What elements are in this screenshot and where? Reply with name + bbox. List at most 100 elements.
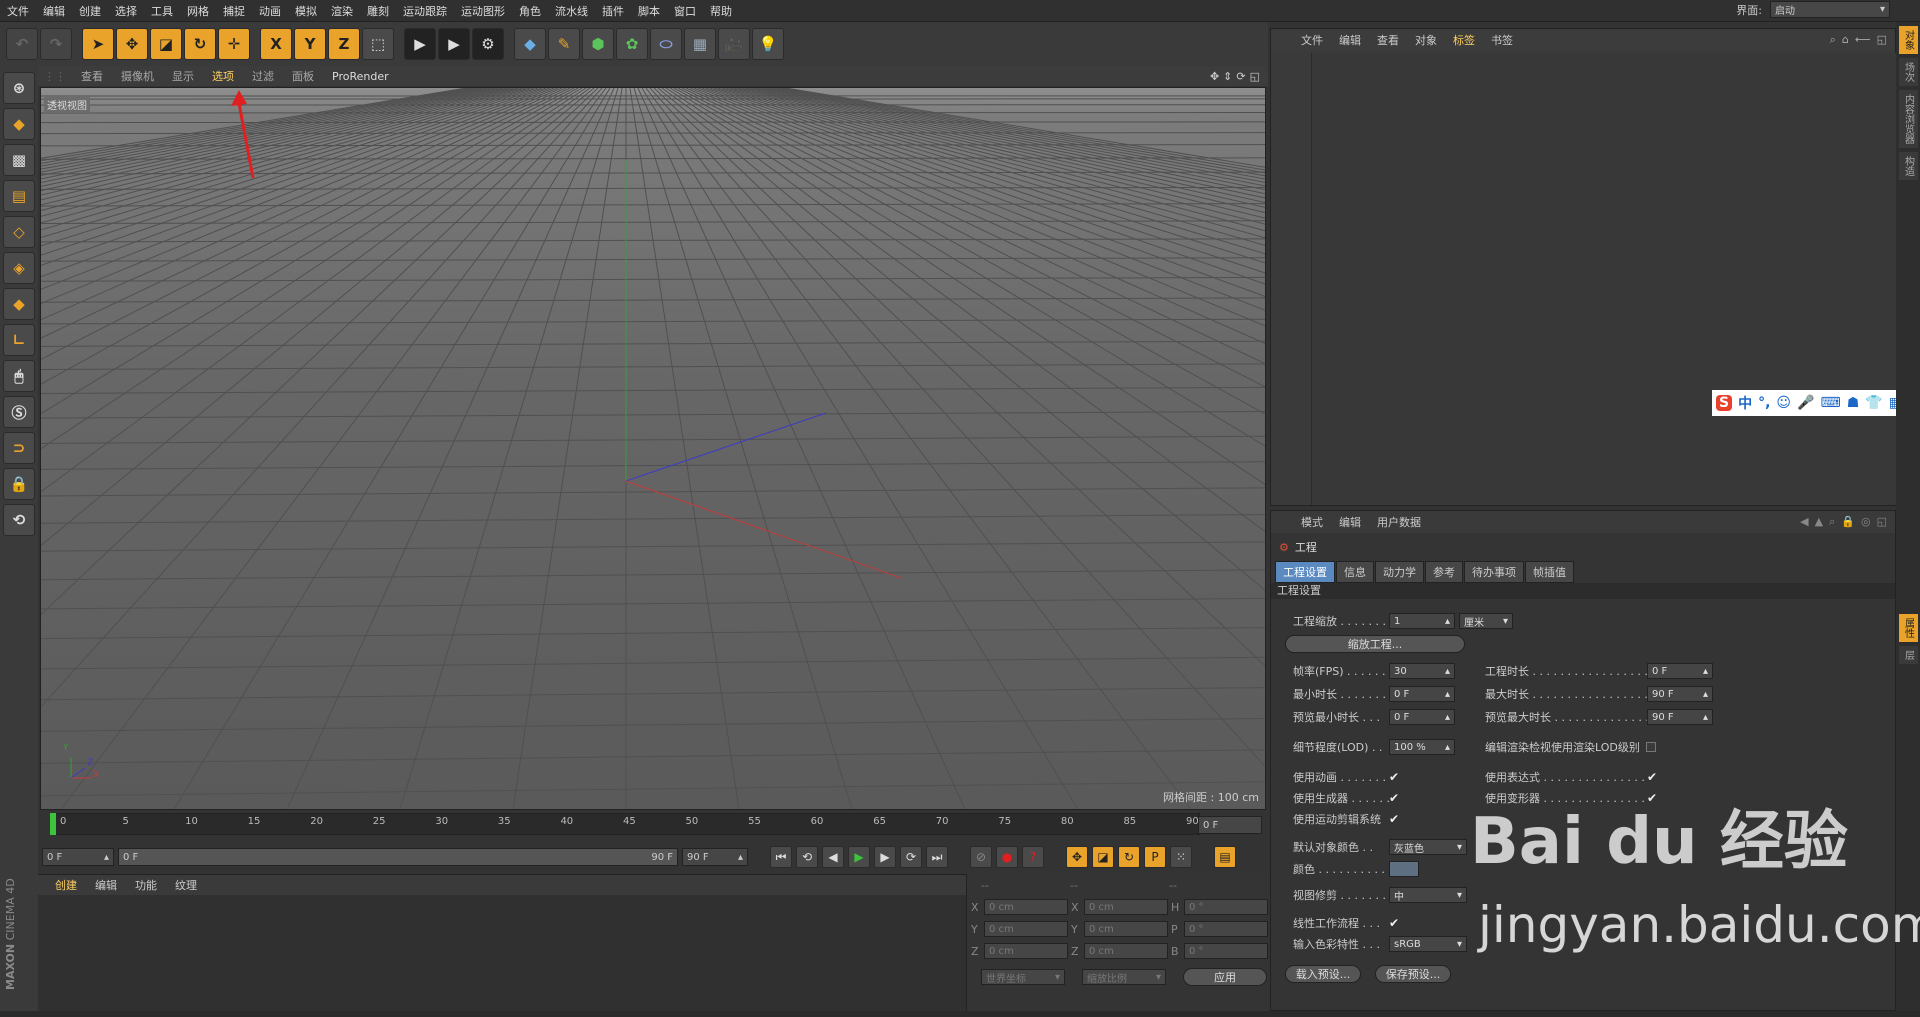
next-key-icon[interactable]: ⟳: [900, 846, 922, 868]
om-search-icon[interactable]: ⌕: [1830, 33, 1836, 47]
redo-icon[interactable]: ↷: [40, 28, 72, 60]
model-mode-icon[interactable]: ◆: [3, 108, 35, 140]
attr-target-icon[interactable]: ◎: [1861, 515, 1871, 529]
ime-punct[interactable]: °,: [1758, 395, 1770, 411]
key-rotation-icon[interactable]: ↻: [1118, 846, 1140, 868]
prev-key-icon[interactable]: ⟲: [796, 846, 818, 868]
tab-key-interpolation[interactable]: 帧插值: [1525, 561, 1574, 583]
project-duration-field[interactable]: 0 F ▴: [1647, 663, 1713, 679]
axis-mode-icon[interactable]: ∟: [3, 324, 35, 356]
use-deformers-checkbox[interactable]: ✔: [1647, 791, 1657, 805]
subdivision-icon[interactable]: ⬢: [582, 28, 614, 60]
side-tab-content-browser[interactable]: 内容浏览器: [1898, 90, 1918, 148]
timeline-ruler[interactable]: 0 5 10 15 20 25 30 35 40 45 50 55 60 65 70 75 80 85 90 0 F: [38, 810, 1268, 840]
viewport-rotate-icon[interactable]: ⟳: [1236, 70, 1245, 83]
z-axis-lock-icon[interactable]: Z: [328, 28, 360, 60]
om-expand-icon[interactable]: ◱: [1877, 33, 1887, 47]
viewport-pan-icon[interactable]: ✥: [1210, 70, 1219, 83]
tab-info[interactable]: 信息: [1336, 561, 1374, 583]
viewport-dolly-icon[interactable]: ⇕: [1223, 70, 1232, 83]
attr-back-icon[interactable]: ◀: [1800, 515, 1808, 529]
viewport-menu-filter[interactable]: 过滤: [243, 68, 283, 84]
om-menu-tags[interactable]: 标签: [1445, 32, 1483, 48]
size-z-field[interactable]: 0 cm: [1084, 943, 1168, 959]
key-scale-icon[interactable]: ◪: [1092, 846, 1114, 868]
attr-expand-icon[interactable]: ◱: [1877, 515, 1887, 529]
default-color-dropdown[interactable]: 灰蓝色 ▾: [1389, 839, 1467, 855]
save-preset-button[interactable]: 保存预设...: [1375, 965, 1451, 983]
polygons-mode-icon[interactable]: ◆: [3, 288, 35, 320]
rot-p-field[interactable]: 0 °: [1184, 921, 1268, 937]
timeline-window-icon[interactable]: ▤: [1214, 846, 1236, 868]
apply-button[interactable]: 应用: [1183, 968, 1267, 986]
pos-x-field[interactable]: 0 cm: [984, 899, 1068, 915]
y-axis-lock-icon[interactable]: Y: [294, 28, 326, 60]
material-menu-edit[interactable]: 编辑: [86, 877, 126, 893]
attr-up-icon[interactable]: ▲: [1815, 515, 1823, 529]
edges-mode-icon[interactable]: ◈: [3, 252, 35, 284]
side-tab-layers[interactable]: 层: [1898, 646, 1918, 664]
project-scale-field[interactable]: 1 ▴: [1389, 613, 1455, 629]
side-tab-takes[interactable]: 场次: [1898, 58, 1918, 86]
om-menu-view[interactable]: 查看: [1369, 32, 1407, 48]
menu-item[interactable]: 脚本: [631, 3, 667, 19]
world-coords-dropdown[interactable]: 世界坐标 ▾: [981, 969, 1065, 985]
menu-item[interactable]: 插件: [595, 3, 631, 19]
input-color-profile-dropdown[interactable]: sRGB ▾: [1389, 936, 1467, 952]
menu-item[interactable]: 模拟: [288, 3, 324, 19]
menu-item[interactable]: 编辑: [36, 3, 72, 19]
magnet-icon[interactable]: ⊃: [3, 432, 35, 464]
viewport-menu-display[interactable]: 显示: [163, 68, 203, 84]
prev-frame-icon[interactable]: ◀: [822, 846, 844, 868]
project-scale-unit-dropdown[interactable]: 厘米 ▾: [1459, 613, 1513, 629]
play-icon[interactable]: ▶: [848, 846, 870, 868]
view-clipping-dropdown[interactable]: 中 ▾: [1389, 887, 1467, 903]
start-frame-field[interactable]: 0 F ▴: [42, 848, 114, 866]
scale-mode-dropdown[interactable]: 缩放比例 ▾: [1082, 969, 1166, 985]
scale-project-button[interactable]: 缩放工程...: [1285, 635, 1465, 653]
render-settings-icon[interactable]: ⚙: [472, 28, 504, 60]
menu-item[interactable]: 文件: [0, 3, 36, 19]
menu-item[interactable]: 角色: [512, 3, 548, 19]
menu-item[interactable]: 帮助: [703, 3, 739, 19]
key-pla-icon[interactable]: ⁙: [1170, 846, 1192, 868]
cube-object-icon[interactable]: ◆: [514, 28, 546, 60]
render-lod-checkbox[interactable]: [1645, 742, 1656, 752]
om-menu-object[interactable]: 对象: [1407, 32, 1445, 48]
camera-icon[interactable]: 🎥: [718, 28, 750, 60]
skin-icon[interactable]: 👕: [1865, 395, 1882, 411]
viewport-menu-view[interactable]: 查看: [72, 68, 112, 84]
viewport-menu-prorender[interactable]: ProRender: [323, 70, 398, 83]
current-frame-field[interactable]: 0 F: [1198, 816, 1262, 834]
user-icon[interactable]: ☗: [1847, 395, 1860, 411]
use-expressions-checkbox[interactable]: ✔: [1647, 770, 1657, 784]
ime-language[interactable]: 中: [1738, 393, 1752, 413]
light-icon[interactable]: 💡: [752, 28, 784, 60]
material-menu-create[interactable]: 创建: [46, 877, 86, 893]
pen-spline-icon[interactable]: ✎: [548, 28, 580, 60]
sogou-logo-icon[interactable]: S: [1716, 395, 1733, 411]
end-frame-field[interactable]: 90 F ▴: [682, 848, 748, 866]
keyframe-help-icon[interactable]: ?: [1022, 846, 1044, 868]
max-time-field[interactable]: 90 F ▴: [1647, 686, 1713, 702]
range-slider[interactable]: 0 F 90 F: [118, 848, 678, 866]
render-picture-viewer-icon[interactable]: ▶: [438, 28, 470, 60]
viewport-toggle-icon[interactable]: ◱: [1250, 70, 1260, 83]
workplane-lock-icon[interactable]: 🔒: [3, 468, 35, 500]
layout-dropdown[interactable]: 启动 ▾: [1770, 1, 1890, 18]
om-menu-file[interactable]: 文件: [1293, 32, 1331, 48]
min-time-field[interactable]: 0 F ▴: [1389, 686, 1455, 702]
viewport-menu-camera[interactable]: 摄像机: [112, 68, 163, 84]
move-icon[interactable]: ✥: [116, 28, 148, 60]
rot-h-field[interactable]: 0 °: [1184, 899, 1268, 915]
menu-item[interactable]: 工具: [144, 3, 180, 19]
use-animation-checkbox[interactable]: ✔: [1389, 770, 1399, 784]
pos-y-field[interactable]: 0 cm: [984, 921, 1068, 937]
side-tab-objects[interactable]: 对象: [1898, 26, 1918, 54]
attr-menu-edit[interactable]: 编辑: [1331, 514, 1369, 530]
lod-field[interactable]: 100 % ▴: [1389, 739, 1455, 755]
side-tab-attributes[interactable]: 属性: [1898, 614, 1918, 642]
emoji-icon[interactable]: ☺: [1776, 395, 1791, 411]
record-keys-icon[interactable]: ⊘: [970, 846, 992, 868]
planar-workplane-icon[interactable]: ⟲: [3, 504, 35, 536]
